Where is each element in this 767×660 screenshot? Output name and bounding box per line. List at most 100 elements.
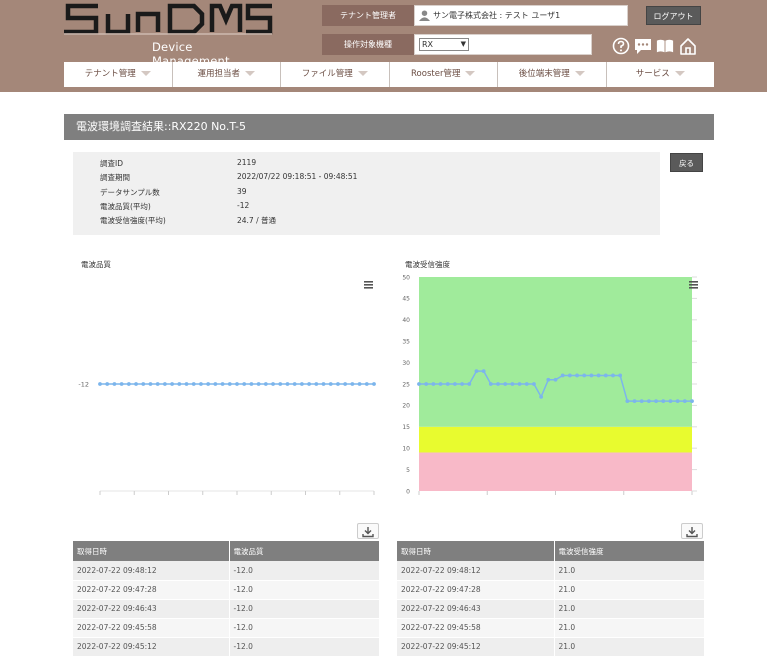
info-key: 電波品質(平均) (100, 201, 151, 211)
chevron-down-icon (245, 71, 255, 76)
timestamp-cell: 2022-07-22 09:48:12 (73, 561, 229, 581)
data-point (690, 399, 694, 404)
data-point (314, 382, 319, 386)
data-point (184, 382, 189, 386)
timestamp-cell: 2022-07-22 09:47:28 (73, 580, 229, 600)
chart-menu-icon[interactable] (689, 281, 698, 289)
data-point (460, 382, 465, 386)
value-cell: -12.0 (228, 561, 379, 581)
data-point (417, 382, 421, 386)
chat-icon[interactable] (634, 37, 652, 55)
menu-bar (364, 281, 373, 283)
timestamp-cell: 2022-07-22 09:46:43 (397, 599, 554, 619)
data-point (675, 399, 680, 404)
data-point (639, 399, 644, 404)
data-point (343, 382, 348, 386)
data-point (227, 382, 232, 386)
chevron-down-icon: ▼ (460, 40, 466, 48)
data-point (119, 382, 124, 386)
logout-button[interactable]: ログアウト (646, 6, 701, 25)
data-point (299, 382, 304, 386)
value-cell: 21.0 (553, 637, 704, 657)
download-icon (686, 527, 698, 538)
value-cell: 21.0 (553, 561, 704, 581)
menu-bar (364, 287, 373, 289)
nav-item-label: テナント管理 (84, 69, 136, 79)
data-point (668, 399, 673, 404)
nav-item[interactable]: テナント管理 (64, 62, 173, 87)
quality-chart: -12 (78, 281, 376, 495)
data-point (357, 382, 362, 386)
quality-chart-title: 電波品質 (81, 260, 111, 269)
model-select[interactable]: RX ▼ (419, 38, 469, 51)
nav-item[interactable]: 運用担当者 (172, 62, 281, 87)
strength-download-button[interactable] (681, 523, 703, 539)
y-tick-label: 45 (402, 296, 410, 303)
table-row: 2022-07-22 09:45:58 21.0 (397, 618, 704, 638)
data-point (220, 382, 225, 386)
nav-item-label: 後位端末管理 (518, 69, 570, 79)
column-header[interactable]: 取得日時 (73, 541, 229, 561)
strength-chart: 0 5 10 15 20 25 30 35 40 45 50 (402, 274, 698, 495)
data-point (162, 382, 167, 386)
data-point (582, 373, 587, 378)
timestamp-cell: 2022-07-22 09:48:12 (397, 561, 554, 581)
data-point (424, 382, 429, 386)
sundms-logo[interactable]: Device Management Service (62, 2, 274, 82)
data-point (134, 382, 138, 386)
data-point (611, 373, 615, 378)
column-header[interactable]: 電波受信強度 (553, 541, 704, 561)
data-point (618, 373, 623, 378)
info-value: 39 (237, 186, 247, 196)
y-tick-label: 25 (402, 381, 410, 388)
nav-item[interactable]: Rooster管理 (389, 62, 498, 87)
download-icon (362, 527, 374, 538)
info-value: 2119 (237, 158, 257, 167)
table-row: 2022-07-22 09:46:43 21.0 (397, 599, 704, 619)
nav-item-label: ファイル管理 (301, 69, 353, 79)
value-cell: 21.0 (553, 618, 704, 638)
data-point (453, 382, 457, 386)
home-icon[interactable] (679, 37, 697, 55)
nav-item[interactable]: ファイル管理 (281, 62, 390, 87)
model-select-value: RX (422, 40, 434, 49)
timestamp-cell: 2022-07-22 09:45:58 (73, 618, 229, 638)
column-header[interactable]: 電波品質 (228, 541, 379, 561)
tenant-user-text: サン電子株式会社 : テスト ユーザ1 (433, 11, 561, 20)
plot-band (419, 277, 692, 427)
data-point (285, 382, 290, 386)
value-cell: -12.0 (228, 637, 379, 657)
column-header[interactable]: 取得日時 (397, 541, 554, 561)
data-point (524, 382, 529, 386)
y-tick-label: 15 (402, 424, 410, 431)
y-tick-label: 0 (406, 488, 410, 495)
data-point (488, 382, 493, 386)
nav-item[interactable]: 後位端末管理 (498, 62, 607, 87)
data-point (177, 382, 182, 386)
chart-menu-icon[interactable] (364, 281, 373, 289)
data-point (126, 382, 131, 386)
chevron-down-icon (140, 71, 151, 76)
quality-download-button[interactable] (357, 523, 379, 539)
table-row: 2022-07-22 09:47:28 21.0 (397, 580, 704, 600)
data-point (307, 382, 312, 386)
chevron-down-icon (574, 71, 585, 76)
info-value: -12 (237, 200, 250, 210)
menu-bar (689, 281, 698, 283)
data-point (654, 399, 658, 404)
data-point (235, 382, 239, 386)
app-header: Device Management Service テナント管理者 サン電子株式… (0, 0, 767, 92)
data-point (532, 382, 536, 386)
data-point (372, 382, 376, 386)
value-cell: -12.0 (228, 618, 379, 638)
y-tick-label: 20 (402, 403, 410, 410)
back-button[interactable]: 戻る (670, 153, 703, 172)
help-icon[interactable] (612, 37, 630, 55)
data-point (625, 399, 630, 404)
data-point (632, 399, 637, 404)
nav-item[interactable]: サービス (606, 62, 714, 87)
timestamp-cell: 2022-07-22 09:47:28 (397, 580, 554, 600)
manual-icon[interactable] (656, 37, 674, 55)
tenant-label: テナント管理者 (322, 5, 414, 26)
value-cell: -12.0 (228, 599, 379, 619)
